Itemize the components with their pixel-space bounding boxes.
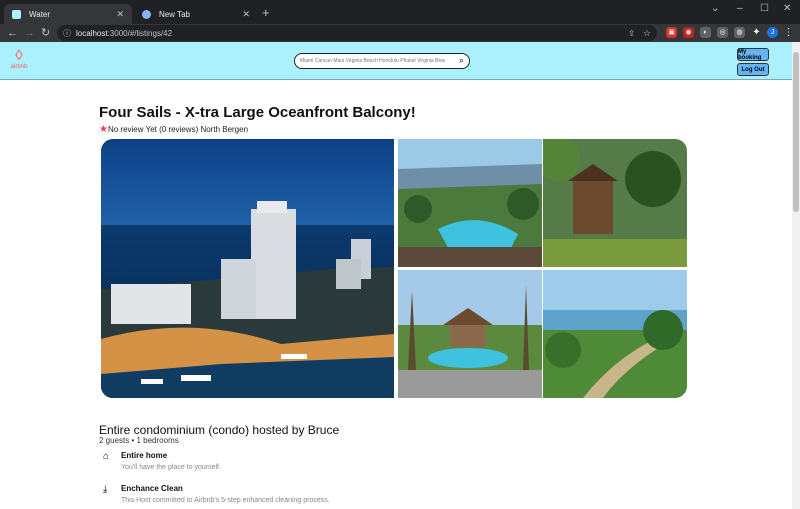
listing-reviews: ★No review Yet (0 reviews) North Bergen	[99, 124, 248, 135]
forward-icon[interactable]: →	[24, 26, 35, 40]
reviews-text: No review Yet (0 reviews) North Bergen	[107, 125, 249, 134]
close-tab-icon[interactable]: ✕	[242, 9, 250, 20]
search-bar: ⌕	[294, 53, 470, 69]
extension-4-icon[interactable]: ◎	[717, 27, 728, 38]
close-window-icon[interactable]: ✕	[783, 3, 791, 14]
chrome-favicon-icon	[142, 9, 151, 19]
listing-photo-main[interactable]	[101, 139, 394, 398]
extension-2-icon[interactable]: ◉	[683, 27, 694, 38]
tab-label: Water	[29, 9, 51, 19]
star-icon: ★	[99, 124, 108, 135]
page-scrollbar[interactable]	[792, 42, 800, 509]
minimize-icon[interactable]: –	[737, 3, 743, 14]
photo-gallery	[101, 139, 687, 398]
search-icon[interactable]: ⌕	[459, 55, 464, 66]
url-host: localhost	[76, 28, 108, 38]
bookmark-star-icon[interactable]: ☆	[643, 28, 651, 39]
extension-1-icon[interactable]: ▣	[666, 27, 677, 38]
back-icon[interactable]: ←	[7, 26, 18, 40]
app-header: ◊ airbnb ⌕ My booking Log Out	[0, 42, 792, 80]
extension-3-icon[interactable]: ◐	[700, 27, 711, 38]
my-booking-button[interactable]: My booking	[737, 48, 769, 61]
airbnb-logo[interactable]: ◊ airbnb	[9, 48, 29, 76]
scrollbar-thumb[interactable]	[793, 52, 799, 212]
hosted-by-heading: Entire condominium (condo) hosted by Bru…	[99, 423, 340, 437]
extensions-puzzle-icon[interactable]: ✦	[751, 27, 762, 38]
listing-photo-5[interactable]	[543, 270, 687, 398]
address-bar[interactable]: ⓘ localhost:3000/#/listings/42 ⇪ ☆	[57, 25, 657, 41]
profile-avatar[interactable]: J	[767, 27, 778, 38]
browser-chrome: Water ✕ New Tab ✕ + ⌄ – ☐ ✕ ← → ↻ ⓘ loca…	[0, 0, 800, 42]
extension-5-icon[interactable]: ◍	[734, 27, 745, 38]
cleaning-icon: ⤓	[103, 484, 108, 495]
listing-photo-4[interactable]	[398, 270, 542, 398]
feature-description: This Host committed to Airbnb's 5-step e…	[121, 497, 330, 504]
listing-photo-2[interactable]	[398, 139, 542, 267]
home-icon: ⌂	[103, 451, 110, 462]
close-tab-icon[interactable]: ✕	[116, 9, 124, 20]
search-input[interactable]	[295, 54, 445, 68]
tab-favicon-icon	[12, 9, 21, 19]
url-path: :3000/#/listings/42	[107, 28, 173, 38]
menu-kebab-icon[interactable]: ⋮	[783, 27, 794, 38]
browser-toolbar: ← → ↻ ⓘ localhost:3000/#/listings/42 ⇪ ☆…	[0, 24, 800, 42]
tab-new-tab[interactable]: New Tab ✕	[134, 4, 258, 24]
feature-title: Entire home	[121, 451, 168, 460]
feature-description: You'll have the place to yourself.	[121, 464, 221, 471]
share-icon[interactable]: ⇪	[628, 29, 635, 38]
listing-title: Four Sails - X-tra Large Oceanfront Balc…	[99, 104, 416, 121]
logout-button[interactable]: Log Out	[737, 63, 769, 76]
listing-photo-3[interactable]	[543, 139, 687, 267]
logo-text: airbnb	[10, 64, 28, 70]
reload-icon[interactable]: ↻	[41, 26, 50, 40]
new-tab-icon[interactable]: +	[262, 6, 270, 20]
tab-strip: Water ✕ New Tab ✕ + ⌄ – ☐ ✕	[0, 0, 800, 24]
tab-search-icon[interactable]: ⌄	[711, 3, 719, 14]
guests-summary: 2 guests • 1 bedrooms	[99, 436, 179, 445]
airbnb-logo-icon: ◊	[15, 47, 23, 64]
tab-water[interactable]: Water ✕	[4, 4, 132, 24]
feature-title: Enchance Clean	[121, 484, 183, 493]
site-info-icon[interactable]: ⓘ	[63, 28, 71, 39]
maximize-icon[interactable]: ☐	[760, 3, 769, 14]
tab-label: New Tab	[159, 9, 190, 19]
